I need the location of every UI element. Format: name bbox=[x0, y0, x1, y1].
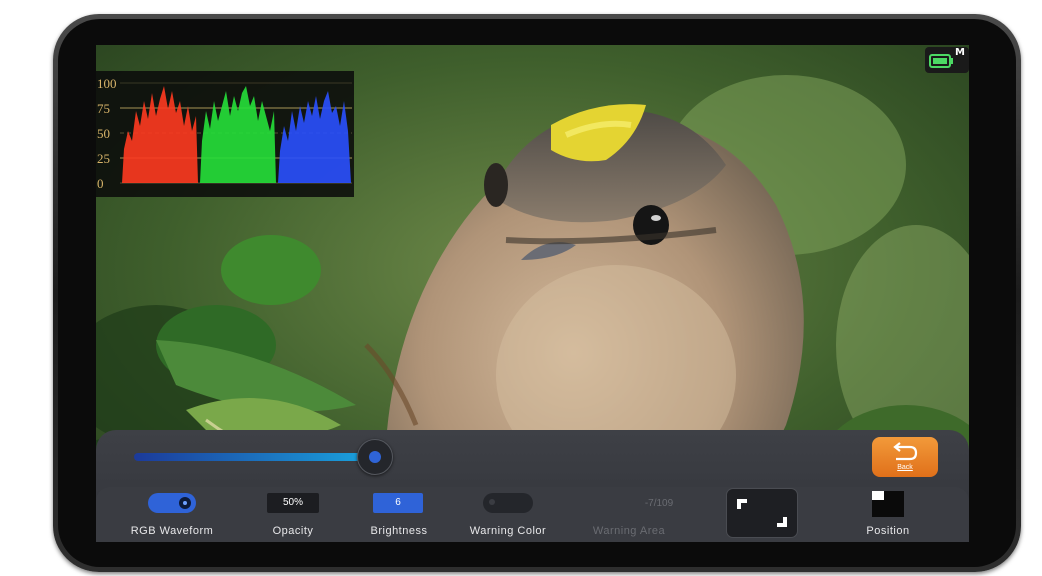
rgb-waveform-label: RGB Waveform bbox=[130, 525, 214, 537]
fullscreen-icon bbox=[737, 499, 787, 527]
warning-area-label: Warning Area bbox=[592, 525, 666, 537]
position-icon[interactable] bbox=[872, 491, 904, 517]
battery-mode-label: M bbox=[955, 47, 965, 58]
waveform-green-channel bbox=[200, 86, 276, 183]
level-slider-knob[interactable] bbox=[357, 439, 393, 475]
return-arrow-icon bbox=[893, 442, 918, 461]
warning-area-value: -7/109 bbox=[644, 498, 674, 509]
position-label: Position bbox=[866, 525, 910, 537]
battery-status: M bbox=[925, 47, 969, 73]
brightness-label: Brightness bbox=[370, 525, 428, 537]
rgb-waveform-overlay: 100 75 50 25 0 bbox=[96, 71, 354, 197]
fullscreen-button[interactable] bbox=[726, 488, 798, 538]
rgb-waveform-toggle[interactable] bbox=[148, 493, 196, 513]
warning-color-toggle[interactable] bbox=[483, 493, 533, 513]
brightness-value[interactable]: 6 bbox=[373, 493, 423, 513]
back-label: Back bbox=[897, 464, 913, 471]
back-button[interactable]: Back bbox=[872, 437, 938, 477]
settings-bar: RGB Waveform 50% Opacity 6 Brightness Wa… bbox=[96, 487, 969, 542]
opacity-label: Opacity bbox=[272, 525, 314, 537]
opacity-value[interactable]: 50% bbox=[267, 493, 319, 513]
waveform-plot bbox=[120, 82, 352, 184]
waveform-red-channel bbox=[122, 86, 198, 183]
control-panel: Back RGB Waveform 50% Opacity 6 Brightne… bbox=[96, 430, 969, 542]
level-slider-track[interactable] bbox=[134, 453, 378, 461]
monitor-screen: M 100 75 50 25 0 Back RGB Waveform 50% O… bbox=[96, 45, 969, 542]
warning-color-label: Warning Color bbox=[469, 525, 547, 537]
waveform-blue-channel bbox=[278, 91, 351, 183]
toggle-knob-icon bbox=[179, 497, 191, 509]
